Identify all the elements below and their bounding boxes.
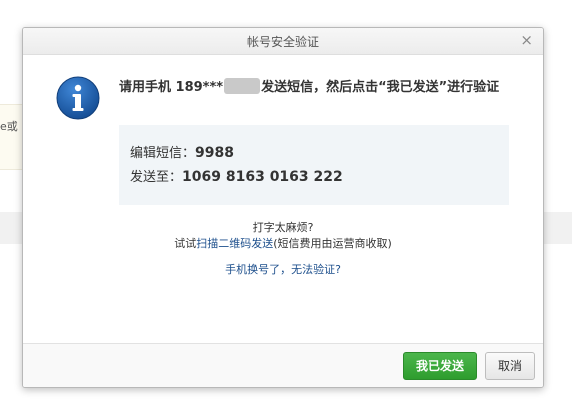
- sms-content-label: 编辑短信：: [130, 146, 196, 161]
- cancel-button[interactable]: 取消: [485, 352, 535, 380]
- sms-send-to-value: 1069 8163 0163 222: [182, 169, 343, 185]
- qr-hint: 试试扫描二维码发送(短信费用由运营商收取): [23, 235, 543, 251]
- scan-qr-link[interactable]: 扫描二维码发送: [196, 237, 273, 250]
- sent-button[interactable]: 我已发送: [403, 352, 477, 380]
- sms-send-to-label: 发送至：: [130, 170, 183, 185]
- typing-hint: 打字太麻烦?: [252, 221, 314, 234]
- qr-hint-suffix: (短信费用由运营商收取): [273, 237, 392, 250]
- background-notice-strip: e或: [0, 104, 22, 170]
- qr-hint-prefix: 试试: [174, 237, 197, 250]
- dialog-titlebar: 帐号安全验证 ×: [23, 28, 543, 55]
- sms-instructions-box: 编辑短信：9988 发送至：1069 8163 0163 222: [119, 125, 509, 205]
- verification-prompt: 请用手机 189*** 发送短信，然后点击“我已发送”进行验证: [119, 76, 519, 100]
- masked-phone-digits: [224, 78, 261, 94]
- prompt-suffix: 发送短信，然后点击“我已发送”进行验证: [261, 80, 500, 95]
- sms-content-row: 编辑短信：9988: [130, 142, 234, 161]
- changed-phone-row: 手机换号了，无法验证?: [23, 261, 543, 277]
- close-icon[interactable]: ×: [520, 32, 533, 48]
- sms-content-value: 9988: [195, 145, 234, 161]
- changed-phone-link[interactable]: 手机换号了，无法验证?: [225, 263, 341, 276]
- security-verification-dialog: 帐号安全验证 × 请用手机 189*** 发送短信，然后点击“我已发送”进行验证 …: [22, 27, 544, 388]
- dialog-title: 帐号安全验证: [246, 35, 319, 49]
- sms-send-to-row: 发送至：1069 8163 0163 222: [130, 166, 343, 185]
- info-icon: [56, 76, 100, 120]
- background-notice-text: e或: [0, 120, 18, 133]
- dialog-footer: 我已发送 取消: [23, 343, 543, 387]
- prompt-prefix: 请用手机 189***: [119, 80, 224, 95]
